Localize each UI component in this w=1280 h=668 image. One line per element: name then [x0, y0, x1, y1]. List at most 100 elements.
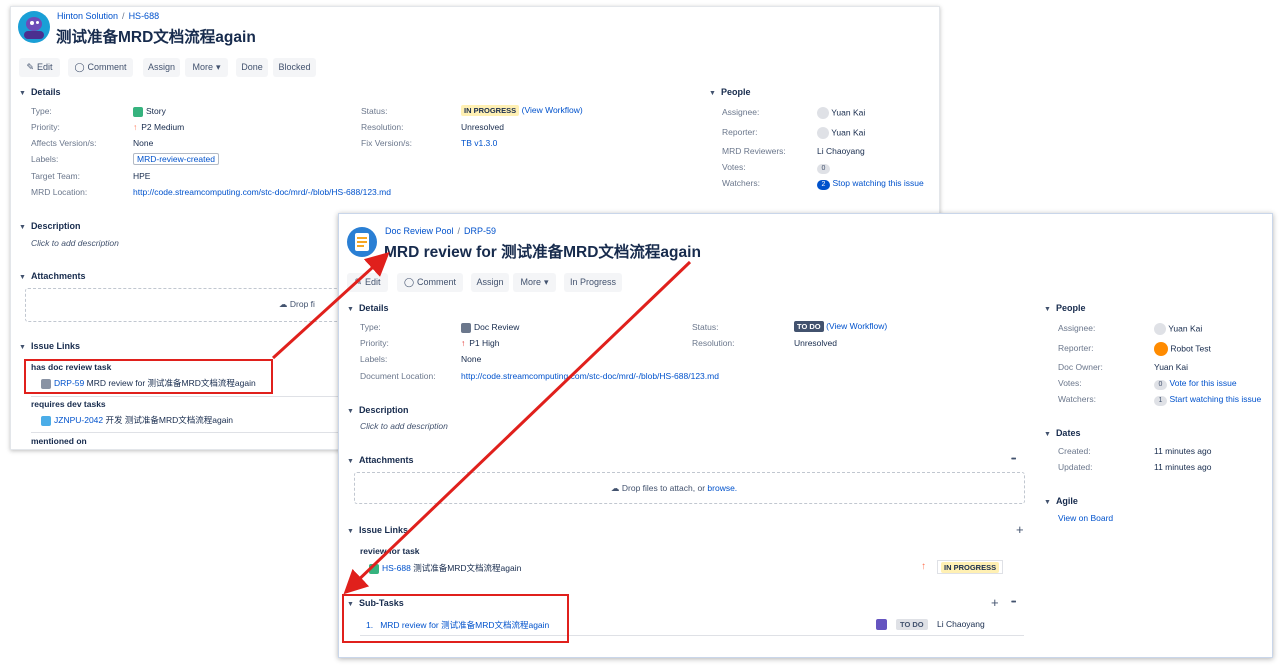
- status-value: IN PROGRESS (View Workflow): [461, 105, 583, 116]
- assign-button[interactable]: Assign: [471, 273, 509, 292]
- caret-down-icon: ▼: [347, 458, 354, 465]
- comment-button[interactable]: ◯ Comment: [68, 58, 133, 77]
- list-item[interactable]: JZNPU-2042 开发 测试准备MRD文档流程again: [41, 414, 233, 426]
- status-badge: IN PROGRESS: [461, 105, 520, 116]
- watchers-value: 1 Start watching this issue: [1154, 394, 1261, 406]
- watchers-value: 2 Stop watching this issue: [817, 178, 924, 190]
- breadcrumb-project[interactable]: Doc Review Pool: [385, 226, 454, 236]
- priority-arrow-up-icon: ↑: [921, 561, 926, 572]
- link-group-label: review for task: [360, 546, 420, 556]
- attachments-heading[interactable]: ▼ Attachments: [347, 455, 413, 465]
- issue-key-link[interactable]: HS-688: [382, 563, 411, 573]
- done-button[interactable]: Done: [236, 58, 268, 77]
- caret-down-icon: ▼: [19, 90, 26, 97]
- votes-value: 0 Vote for this issue: [1154, 378, 1237, 390]
- page-title: 测试准备MRD文档流程again: [56, 29, 256, 46]
- description-heading[interactable]: ▼ Description: [19, 221, 80, 231]
- breadcrumb: Hinton Solution / HS-688: [57, 11, 160, 21]
- details-heading[interactable]: ▼ Details: [19, 87, 60, 97]
- doc-review-icon: [461, 322, 471, 333]
- breadcrumb: Doc Review Pool / DRP-59: [385, 226, 497, 236]
- list-item[interactable]: HS-688 测试准备MRD文档流程again: [369, 562, 521, 574]
- subtask-status-badge: TO DO: [896, 619, 928, 630]
- document-location-link[interactable]: http://code.streamcomputing.com/stc-doc/…: [461, 371, 719, 381]
- votes-count: 0: [1154, 380, 1167, 390]
- view-workflow-link[interactable]: (View Workflow): [826, 321, 887, 331]
- linked-status-badge: IN PROGRESS: [937, 560, 1004, 574]
- type-value: Story: [133, 106, 166, 117]
- view-on-board-link[interactable]: View on Board: [1058, 513, 1113, 523]
- comment-button[interactable]: ◯ Comment: [397, 273, 463, 292]
- in-progress-button[interactable]: In Progress: [564, 273, 622, 292]
- link-group-label: requires dev tasks: [31, 399, 106, 409]
- type-value: Doc Review: [461, 322, 519, 333]
- issue-links-heading[interactable]: ▼ Issue Links: [347, 525, 408, 535]
- assignee-value[interactable]: Yuan Kai: [1154, 323, 1202, 335]
- annotation-highlight-doc-review-task: [24, 359, 273, 394]
- caret-down-icon: ▼: [19, 344, 26, 351]
- mrd-location-link[interactable]: http://code.streamcomputing.com/stc-doc/…: [133, 187, 391, 197]
- chevron-down-icon: ▾: [543, 277, 549, 287]
- more-button[interactable]: More ▾: [513, 273, 556, 292]
- project-avatar[interactable]: [18, 11, 50, 43]
- caret-down-icon: ▼: [1044, 306, 1051, 313]
- label-tag[interactable]: MRD-review-created: [133, 153, 219, 165]
- people-heading[interactable]: ▼ People: [709, 87, 750, 97]
- subtasks-menu-icon[interactable]: •••: [1011, 599, 1016, 606]
- avatar: [817, 127, 829, 139]
- status-value: TO DO (View Workflow): [794, 321, 887, 332]
- project-avatar[interactable]: [347, 227, 377, 257]
- pencil-icon: ✎: [26, 62, 35, 72]
- start-watching-link[interactable]: Start watching this issue: [1170, 394, 1262, 404]
- edit-button[interactable]: ✎ Edit: [19, 58, 60, 77]
- blocked-button[interactable]: Blocked: [273, 58, 316, 77]
- breadcrumb-project[interactable]: Hinton Solution: [57, 11, 118, 21]
- link-group-label: mentioned on: [31, 436, 87, 446]
- breadcrumb-issue-key[interactable]: HS-688: [129, 11, 160, 21]
- breadcrumb-issue-key[interactable]: DRP-59: [464, 226, 496, 236]
- story-icon: [369, 563, 379, 574]
- add-subtask-button[interactable]: +: [991, 595, 999, 610]
- avatar: [1154, 323, 1166, 335]
- more-button[interactable]: More ▾: [185, 58, 228, 77]
- issue-key-link[interactable]: JZNPU-2042: [54, 415, 103, 425]
- watchers-count: 2: [817, 180, 830, 190]
- description-placeholder[interactable]: Click to add description: [360, 421, 448, 431]
- caret-down-icon: ▼: [709, 90, 716, 97]
- view-workflow-link[interactable]: (View Workflow): [522, 105, 583, 115]
- priority-arrow-up-icon: ↑: [461, 338, 466, 348]
- avatar: [817, 107, 829, 119]
- vote-link[interactable]: Vote for this issue: [1170, 378, 1237, 388]
- issue-window-drp-59: Doc Review Pool / DRP-59 MRD review for 测试…: [338, 213, 1273, 658]
- browse-link[interactable]: browse.: [707, 483, 737, 493]
- people-heading[interactable]: ▼ People: [1044, 303, 1085, 313]
- agile-heading[interactable]: ▼ Agile: [1044, 496, 1078, 506]
- add-link-button[interactable]: +: [1016, 522, 1024, 537]
- caret-down-icon: ▼: [19, 224, 26, 231]
- subtask-assignee: Li Chaoyang: [937, 619, 985, 629]
- description-placeholder[interactable]: Click to add description: [31, 238, 119, 248]
- assignee-value[interactable]: Yuan Kai: [817, 107, 865, 119]
- stop-watching-link[interactable]: Stop watching this issue: [833, 178, 924, 188]
- issue-links-heading[interactable]: ▼ Issue Links: [19, 341, 80, 351]
- description-heading[interactable]: ▼ Description: [347, 405, 408, 415]
- cloud-upload-icon: ☁: [611, 483, 620, 493]
- reporter-value[interactable]: Yuan Kai: [817, 127, 865, 139]
- subtask-type-icon: [876, 619, 887, 630]
- page-title: MRD review for 测试准备MRD文档流程again: [384, 244, 701, 261]
- dates-heading[interactable]: ▼ Dates: [1044, 428, 1080, 438]
- caret-down-icon: ▼: [347, 306, 354, 313]
- attachments-heading[interactable]: ▼ Attachments: [19, 271, 85, 281]
- task-checkbox-icon: [41, 415, 51, 426]
- reporter-value[interactable]: Robot Test: [1154, 342, 1211, 356]
- priority-arrow-up-icon: ↑: [133, 122, 138, 132]
- fix-version-link[interactable]: TB v1.3.0: [461, 138, 497, 148]
- details-heading[interactable]: ▼ Details: [347, 303, 388, 313]
- attachments-menu-icon[interactable]: •••: [1011, 456, 1016, 463]
- edit-button[interactable]: ✎ Edit: [347, 273, 388, 292]
- caret-down-icon: ▼: [1044, 431, 1051, 438]
- cloud-upload-icon: ☁: [279, 299, 288, 309]
- caret-down-icon: ▼: [347, 528, 354, 535]
- assign-button[interactable]: Assign: [143, 58, 180, 77]
- chevron-down-icon: ▾: [215, 62, 221, 72]
